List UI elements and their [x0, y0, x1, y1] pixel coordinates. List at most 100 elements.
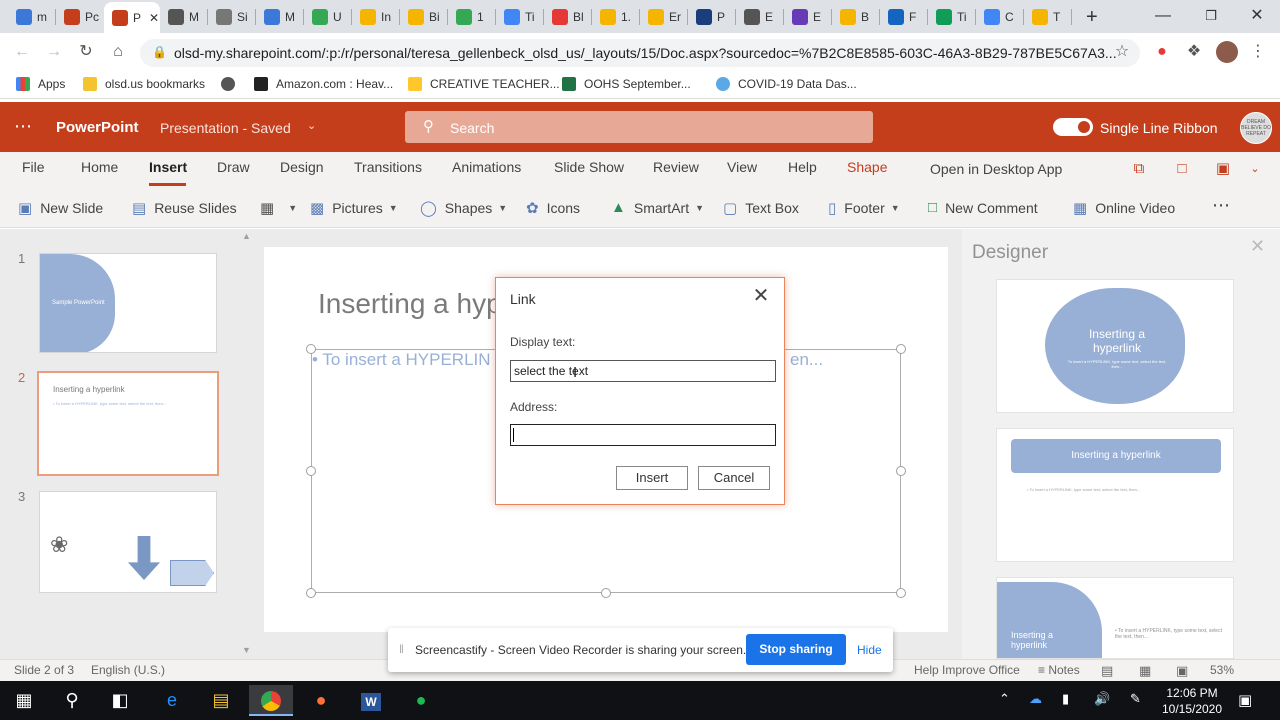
minimize-button[interactable]: —: [1140, 4, 1186, 28]
chevron-up-icon[interactable]: ⌃: [999, 691, 1010, 707]
online-video-button[interactable]: ▦ Online Video: [1073, 199, 1175, 217]
comments-icon[interactable]: □: [1170, 157, 1194, 181]
browser-tab[interactable]: Ti: [928, 4, 976, 30]
drag-handle-icon[interactable]: ‖: [399, 642, 404, 656]
browser-tab[interactable]: T: [1024, 4, 1072, 30]
browser-tab[interactable]: U: [304, 4, 352, 30]
zoom-level[interactable]: 53%: [1210, 663, 1234, 677]
file-explorer-icon[interactable]: ▤: [199, 685, 243, 716]
smartart-button[interactable]: ▲ SmartArt ▼: [611, 199, 704, 216]
hide-button[interactable]: Hide: [857, 643, 882, 657]
footer-button[interactable]: ▯ Footer ▼: [828, 199, 900, 217]
screencastify-extension-icon[interactable]: ●: [1150, 40, 1174, 64]
more-options-icon[interactable]: ⋯: [1212, 195, 1230, 216]
bookmark-globe[interactable]: [221, 77, 243, 91]
bookmark-covid[interactable]: COVID-19 Data Das...: [716, 77, 857, 91]
browser-tab[interactable]: P ✕: [104, 2, 160, 33]
tab-file[interactable]: File: [22, 159, 45, 175]
browser-tab[interactable]: M: [256, 4, 304, 30]
close-icon[interactable]: ✕: [751, 286, 771, 306]
reuse-slides-button[interactable]: ▤ Reuse Slides: [132, 199, 237, 217]
pictures-button[interactable]: ▩ Pictures ▼: [310, 199, 398, 217]
new-comment-button[interactable]: □ New Comment: [928, 199, 1038, 216]
notes-button[interactable]: ≡ Notes: [1038, 663, 1080, 677]
home-icon[interactable]: ⌂: [106, 40, 130, 64]
shapes-button[interactable]: ◯ Shapes ▼: [420, 199, 507, 217]
browser-tab[interactable]: E: [736, 4, 784, 30]
windows-start-icon[interactable]: ▦: [2, 685, 46, 716]
display-text-input[interactable]: [510, 360, 776, 382]
browser-tab[interactable]: In: [352, 4, 400, 30]
present-icon[interactable]: ▣: [1211, 157, 1235, 181]
edge-icon[interactable]: e: [150, 685, 194, 716]
tab-help[interactable]: Help: [788, 159, 817, 175]
tab-view[interactable]: View: [727, 159, 757, 175]
browser-tab[interactable]: Ti: [496, 4, 544, 30]
new-tab-button[interactable]: +: [1078, 4, 1098, 30]
document-title[interactable]: Presentation - Saved: [160, 120, 291, 136]
open-desktop-app-button[interactable]: Open in Desktop App: [930, 161, 1062, 177]
browser-tab[interactable]: Bi: [400, 4, 448, 30]
icons-button[interactable]: ✿ Icons: [526, 199, 580, 217]
back-icon[interactable]: ←: [10, 40, 34, 64]
task-view-icon[interactable]: ◧: [98, 685, 142, 716]
browser-tab[interactable]: C: [976, 4, 1024, 30]
battery-icon[interactable]: ▮: [1062, 691, 1069, 707]
share-icon[interactable]: ⧉: [1127, 157, 1151, 181]
notifications-icon[interactable]: ▣: [1238, 691, 1252, 709]
single-line-ribbon-toggle[interactable]: [1053, 118, 1093, 136]
tab-transitions[interactable]: Transitions: [354, 159, 422, 175]
restore-button[interactable]: ❐: [1188, 4, 1234, 28]
profile-avatar[interactable]: [1216, 41, 1238, 63]
menu-icon[interactable]: ⋮: [1246, 40, 1270, 64]
tab-insert[interactable]: Insert: [149, 159, 187, 175]
close-tab-icon[interactable]: ✕: [149, 11, 159, 25]
system-clock[interactable]: 12:06 PM 10/15/2020: [1160, 685, 1224, 717]
search-icon[interactable]: ⚲: [50, 685, 94, 716]
tab-home[interactable]: Home: [81, 159, 118, 175]
normal-view-icon[interactable]: ▤: [1101, 663, 1113, 679]
word-icon[interactable]: W: [349, 685, 393, 716]
browser-tab[interactable]: F: [880, 4, 928, 30]
browser-tab[interactable]: Si: [208, 4, 256, 30]
tab-design[interactable]: Design: [280, 159, 324, 175]
extensions-icon[interactable]: ❖: [1182, 40, 1206, 64]
browser-tab[interactable]: 1: [448, 4, 496, 30]
bookmark-apps[interactable]: Apps: [16, 77, 65, 91]
bookmark-oohs[interactable]: OOHS September...: [562, 77, 691, 91]
bookmark-olsd[interactable]: olsd.us bookmarks: [83, 77, 205, 91]
browser-tab[interactable]: m: [8, 4, 56, 30]
firefox-icon[interactable]: ●: [299, 685, 343, 716]
browser-tab[interactable]: P: [688, 4, 736, 30]
browser-tab[interactable]: Bl: [544, 4, 592, 30]
help-improve-office-link[interactable]: Help Improve Office: [914, 663, 1020, 677]
browser-tab[interactable]: B: [832, 4, 880, 30]
stop-sharing-button[interactable]: Stop sharing: [746, 634, 846, 665]
bookmark-amazon[interactable]: Amazon.com : Heav...: [254, 77, 393, 91]
new-slide-button[interactable]: ▣ New Slide: [18, 199, 103, 217]
tab-review[interactable]: Review: [653, 159, 699, 175]
browser-tab[interactable]: 1.: [592, 4, 640, 30]
bookmark-creative-teacher[interactable]: CREATIVE TEACHER...: [408, 77, 560, 91]
chevron-down-icon[interactable]: ⌄: [307, 119, 316, 132]
tab-slide-show[interactable]: Slide Show: [554, 159, 624, 175]
reading-view-icon[interactable]: ▣: [1176, 663, 1188, 679]
browser-tab[interactable]: Pc: [56, 4, 104, 30]
language-indicator[interactable]: English (U.S.): [91, 663, 165, 677]
pen-icon[interactable]: ✎: [1130, 691, 1141, 707]
reload-icon[interactable]: ↻: [74, 40, 98, 64]
user-avatar[interactable]: DREAM BELIEVE DO REPEAT: [1240, 112, 1272, 144]
spotify-icon[interactable]: ●: [399, 685, 443, 716]
tab-shape[interactable]: Shape: [847, 159, 887, 175]
cancel-button[interactable]: Cancel: [698, 466, 770, 490]
insert-button[interactable]: Insert: [616, 466, 688, 490]
app-name[interactable]: PowerPoint: [56, 119, 139, 136]
chevron-down-icon[interactable]: ⌄: [1243, 157, 1267, 181]
tab-draw[interactable]: Draw: [217, 159, 250, 175]
chrome-icon[interactable]: [249, 685, 293, 716]
forward-icon[interactable]: →: [42, 40, 66, 64]
app-launcher-icon[interactable]: ⋯: [14, 116, 34, 136]
slide-sorter-icon[interactable]: ▦: [1139, 663, 1151, 679]
tab-animations[interactable]: Animations: [452, 159, 521, 175]
table-button[interactable]: ▦ ▼: [260, 199, 297, 217]
